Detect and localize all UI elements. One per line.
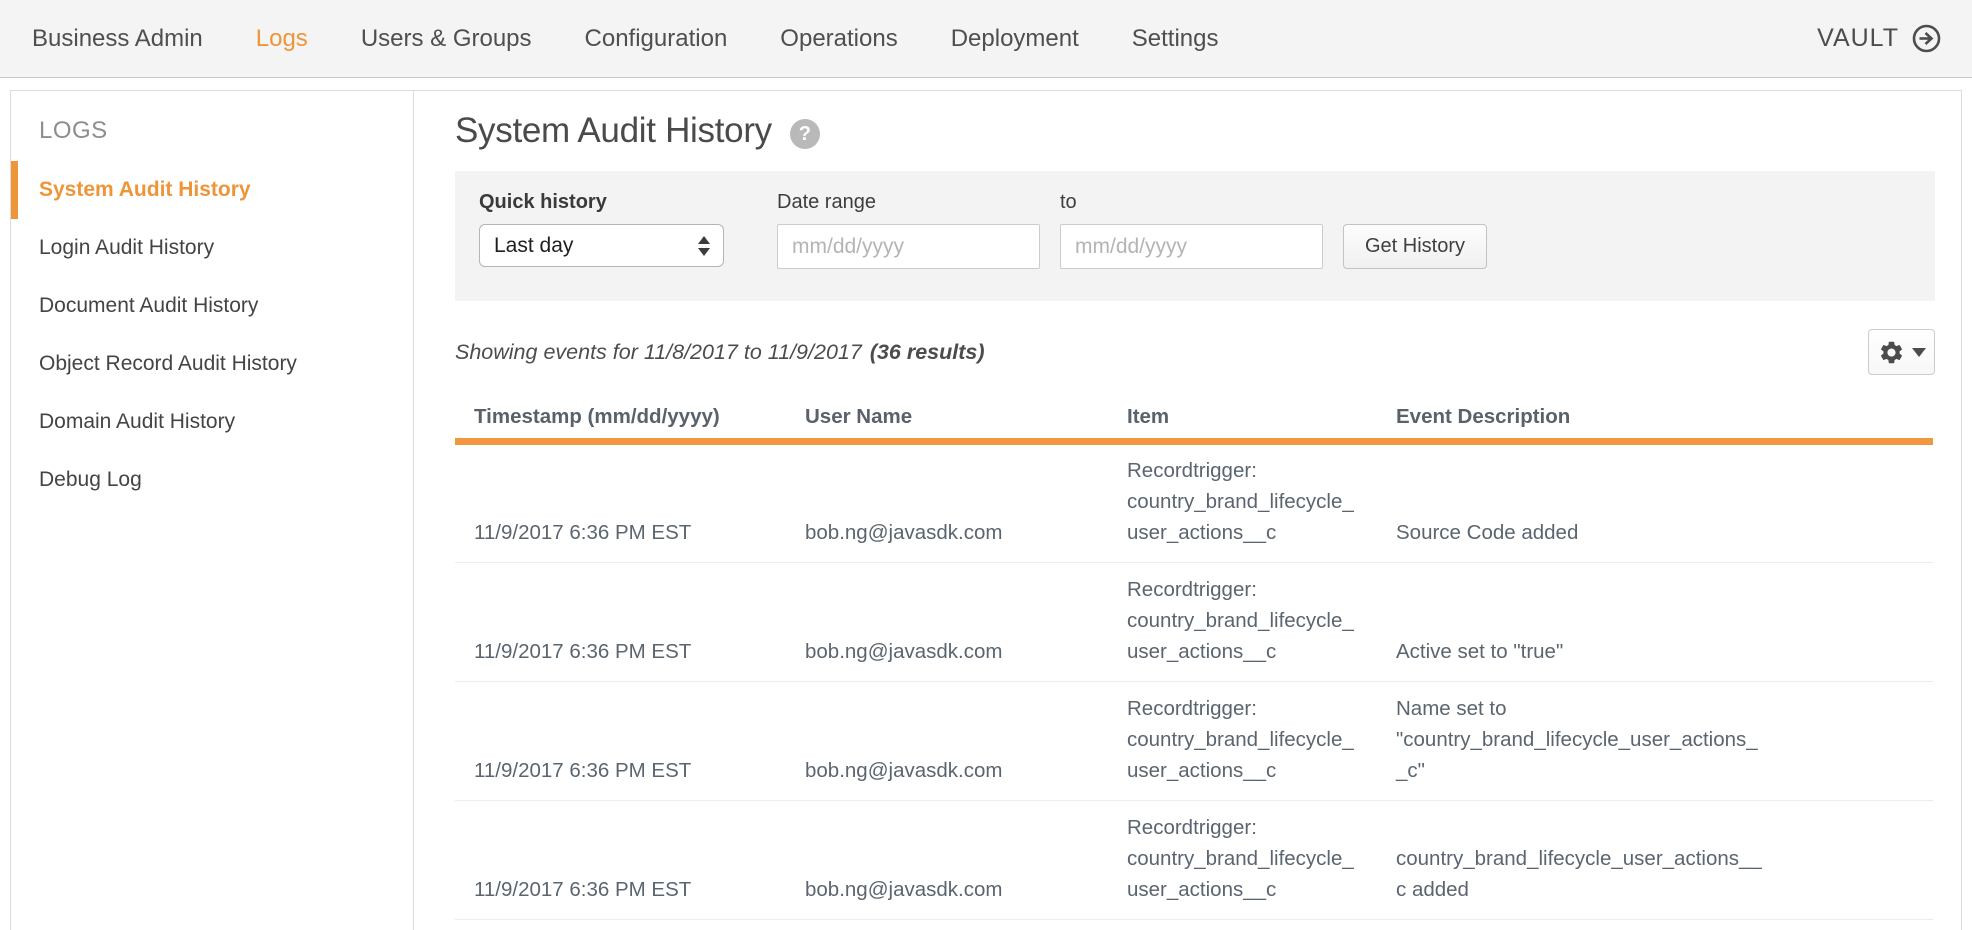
cell-item: Recordtrigger: country_brand_lifecycle_ … [1127, 442, 1396, 563]
column-header-item: Item [1127, 397, 1396, 442]
vault-menu[interactable]: VAULT [1817, 23, 1942, 54]
quick-history-group: Quick history Last day [479, 191, 724, 301]
main-content: System Audit History ? Quick history Las… [414, 91, 1961, 930]
gear-icon [1878, 339, 1905, 366]
cell-description: Source Code added [1396, 442, 1933, 563]
nav-item-business-admin[interactable]: Business Admin [32, 25, 203, 53]
sidebar-item-object-record-audit-history[interactable]: Object Record Audit History [11, 335, 413, 393]
caret-down-icon [1912, 348, 1926, 357]
quick-history-value: Last day [494, 234, 573, 258]
nav-item-configuration[interactable]: Configuration [585, 25, 728, 53]
quick-history-select[interactable]: Last day [479, 224, 724, 267]
sidebar-item-login-audit-history[interactable]: Login Audit History [11, 219, 413, 277]
table-row: 11/9/2017 6:36 PM ESTbob.ng@javasdk.comR… [455, 801, 1933, 920]
title-row: System Audit History ? [455, 111, 1961, 151]
cell-description: Active set to "true" [1396, 563, 1933, 682]
table-row: 11/9/2017 6:36 PM ESTbob.ng@javasdk.comR… [455, 563, 1933, 682]
column-header-event-description: Event Description [1396, 397, 1933, 442]
get-history-button[interactable]: Get History [1343, 224, 1487, 269]
cell-description: country_brand_lifecycle_user_actions__ c… [1396, 801, 1933, 920]
cell-timestamp: 11/9/2017 6:36 PM EST [455, 801, 805, 920]
table-row: 11/9/2017 6:36 PM ESTbob.ng@javasdk.comR… [455, 682, 1933, 801]
filter-bar: Quick history Last day Date range to Get [455, 171, 1935, 301]
nav-items: Business Admin Logs Users & Groups Configur… [32, 25, 1271, 53]
sidebar-item-system-audit-history[interactable]: System Audit History [11, 161, 413, 219]
date-to-group: to [1060, 191, 1323, 301]
nav-item-users-groups[interactable]: Users & Groups [361, 25, 532, 53]
sidebar-item-debug-log[interactable]: Debug Log [11, 451, 413, 509]
to-label: to [1060, 191, 1323, 213]
date-from-group: Date range [777, 191, 1040, 301]
sidebar-item-domain-audit-history[interactable]: Domain Audit History [11, 393, 413, 451]
cell-user: bob.ng@javasdk.com [805, 801, 1127, 920]
sidebar-item-document-audit-history[interactable]: Document Audit History [11, 277, 413, 335]
cell-item: Recordtrigger: country_brand_lifecycle_ … [1127, 682, 1396, 801]
nav-item-deployment[interactable]: Deployment [951, 25, 1079, 53]
results-row: Showing events for 11/8/2017 to 11/9/201… [455, 329, 1935, 375]
table-header-row: Timestamp (mm/dd/yyyy)User NameItemEvent… [455, 397, 1933, 442]
page-title: System Audit History [455, 111, 772, 151]
vault-enter-icon [1911, 23, 1942, 54]
nav-item-logs[interactable]: Logs [256, 25, 308, 53]
date-from-input[interactable] [777, 224, 1040, 269]
content-panel: LOGS System Audit HistoryLogin Audit His… [10, 90, 1962, 930]
results-count: (36 results) [870, 340, 985, 364]
quick-history-label: Quick history [479, 191, 724, 213]
select-updown-icon [698, 236, 710, 256]
table-options-button[interactable] [1868, 329, 1935, 375]
top-nav: Business Admin Logs Users & Groups Configur… [0, 0, 1972, 78]
sidebar-heading: LOGS [11, 107, 413, 161]
nav-item-settings[interactable]: Settings [1132, 25, 1219, 53]
logs-sidebar: LOGS System Audit HistoryLogin Audit His… [11, 91, 414, 930]
cell-timestamp: 11/9/2017 6:36 PM EST [455, 682, 805, 801]
cell-user: bob.ng@javasdk.com [805, 563, 1127, 682]
cell-timestamp: 11/9/2017 6:36 PM EST [455, 442, 805, 563]
results-summary-text: Showing events for 11/8/2017 to 11/9/201… [455, 340, 862, 364]
column-header-timestamp-mm-dd-yyyy: Timestamp (mm/dd/yyyy) [455, 397, 805, 442]
column-header-user-name: User Name [805, 397, 1127, 442]
date-to-input[interactable] [1060, 224, 1323, 269]
sidebar-items: System Audit HistoryLogin Audit HistoryD… [11, 161, 413, 509]
nav-item-operations[interactable]: Operations [780, 25, 897, 53]
cell-item: Recordtrigger: country_brand_lifecycle_ … [1127, 801, 1396, 920]
results-summary: Showing events for 11/8/2017 to 11/9/201… [455, 340, 985, 365]
audit-history-table: Timestamp (mm/dd/yyyy)User NameItemEvent… [455, 397, 1933, 920]
table-row: 11/9/2017 6:36 PM ESTbob.ng@javasdk.comR… [455, 442, 1933, 563]
date-range-label: Date range [777, 191, 1040, 213]
cell-item: Recordtrigger: country_brand_lifecycle_ … [1127, 563, 1396, 682]
help-icon[interactable]: ? [790, 119, 820, 149]
cell-user: bob.ng@javasdk.com [805, 442, 1127, 563]
cell-user: bob.ng@javasdk.com [805, 682, 1127, 801]
cell-timestamp: 11/9/2017 6:36 PM EST [455, 563, 805, 682]
vault-label: VAULT [1817, 24, 1899, 53]
cell-description: Name set to "country_brand_lifecycle_use… [1396, 682, 1933, 801]
